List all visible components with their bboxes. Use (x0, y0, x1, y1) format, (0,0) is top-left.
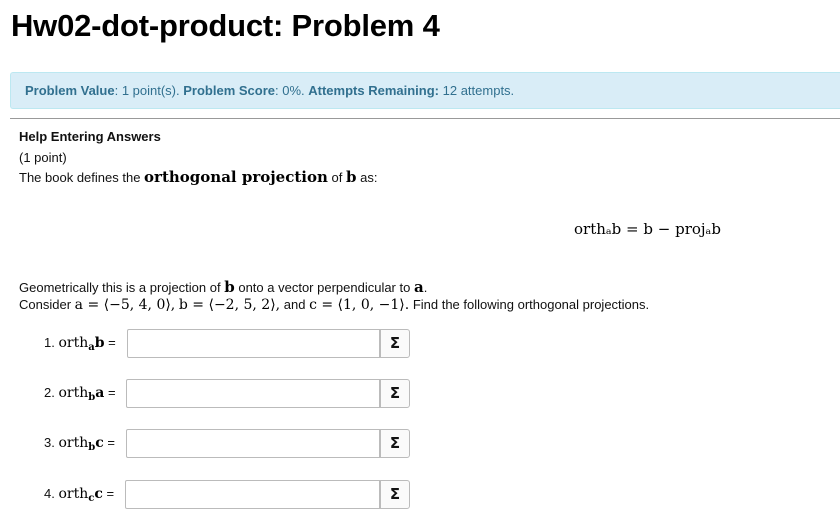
orth-operator: orth (58, 385, 89, 401)
problem-value: : 1 point(s). (114, 83, 180, 98)
geo-end: . (423, 280, 428, 295)
orth-argument: b (94, 335, 105, 351)
question-2-label: 2. orthba = (44, 385, 116, 403)
equation-editor-button-3[interactable]: Σ (380, 429, 410, 458)
definition-of: of (331, 170, 343, 185)
equation-editor-button-1[interactable]: Σ (380, 329, 410, 358)
orth-operator: orth (58, 335, 89, 351)
problem-score-label: Problem Score (183, 83, 276, 98)
question-number: 4. (44, 486, 55, 501)
question-number: 1. (44, 335, 55, 350)
orth-argument: c (95, 435, 104, 451)
question-1-label: 1. orthab = (44, 335, 116, 353)
question-3-label: 3. orthbc = (44, 435, 115, 453)
answer-input-4[interactable] (125, 480, 380, 509)
equals-sign: = (108, 335, 116, 350)
definition-suffix: as: (360, 170, 378, 185)
answer-input-2[interactable] (126, 379, 380, 408)
answer-input-1[interactable] (127, 329, 380, 358)
vector-c: c = ⟨1, 0, −1⟩. (309, 297, 410, 313)
answer-input-3[interactable] (126, 429, 380, 458)
consider-prefix: Consider (19, 297, 72, 312)
orthogonal-projection-formula: orthₐb = b − projₐb (574, 220, 721, 238)
definition-text: The book defines the orthogonal projecti… (19, 168, 377, 186)
attempts-remaining: 12 attempts. (442, 83, 515, 98)
equals-sign: = (106, 486, 115, 501)
orth-argument: c (94, 486, 103, 502)
problem-value-label: Problem Value (25, 83, 115, 98)
sigma-icon: Σ (389, 485, 401, 503)
question-4-label: 4. orthcc = (44, 486, 114, 504)
problem-score: : 0%. (275, 83, 305, 98)
vector-b: b = ⟨−2, 5, 2⟩, (178, 297, 281, 313)
and-text: and (283, 297, 306, 312)
orth-operator: orth (58, 435, 89, 451)
equation-editor-button-2[interactable]: Σ (380, 379, 410, 408)
problem-points: (1 point) (19, 150, 67, 165)
page-title: Hw02-dot-product: Problem 4 (11, 8, 440, 43)
sigma-icon: Σ (389, 334, 401, 352)
help-entering-answers-link[interactable]: Help Entering Answers (19, 129, 161, 144)
question-number: 3. (44, 435, 55, 450)
sigma-icon: Σ (389, 434, 401, 452)
geometric-description: Geometrically this is a projection of b … (19, 278, 427, 296)
vector-a: a = ⟨−5, 4, 0⟩, (74, 297, 176, 313)
definition-prefix: The book defines the (19, 170, 141, 185)
question-number: 2. (44, 385, 55, 400)
vector-definitions: Consider a = ⟨−5, 4, 0⟩, b = ⟨−2, 5, 2⟩,… (19, 297, 649, 313)
geo-mid: onto a vector perpendicular to (238, 280, 411, 295)
geo-var-a: a (413, 278, 424, 296)
equation-editor-button-4[interactable]: Σ (380, 480, 410, 509)
orth-argument: a (95, 385, 105, 401)
orth-operator: orth (58, 486, 89, 502)
definition-term: orthogonal projection (144, 168, 328, 186)
equals-sign: = (107, 385, 116, 400)
attempts-remaining-label: Attempts Remaining: (308, 83, 439, 98)
equals-sign: = (107, 435, 115, 450)
consider-suffix: Find the following orthogonal projection… (412, 297, 650, 312)
sigma-icon: Σ (389, 384, 401, 402)
definition-variable: b (345, 168, 357, 186)
problem-info-banner: Problem Value: 1 point(s). Problem Score… (10, 72, 840, 109)
divider (10, 118, 840, 119)
geo-prefix: Geometrically this is a projection of (19, 280, 221, 295)
geo-var-b: b (224, 278, 235, 296)
